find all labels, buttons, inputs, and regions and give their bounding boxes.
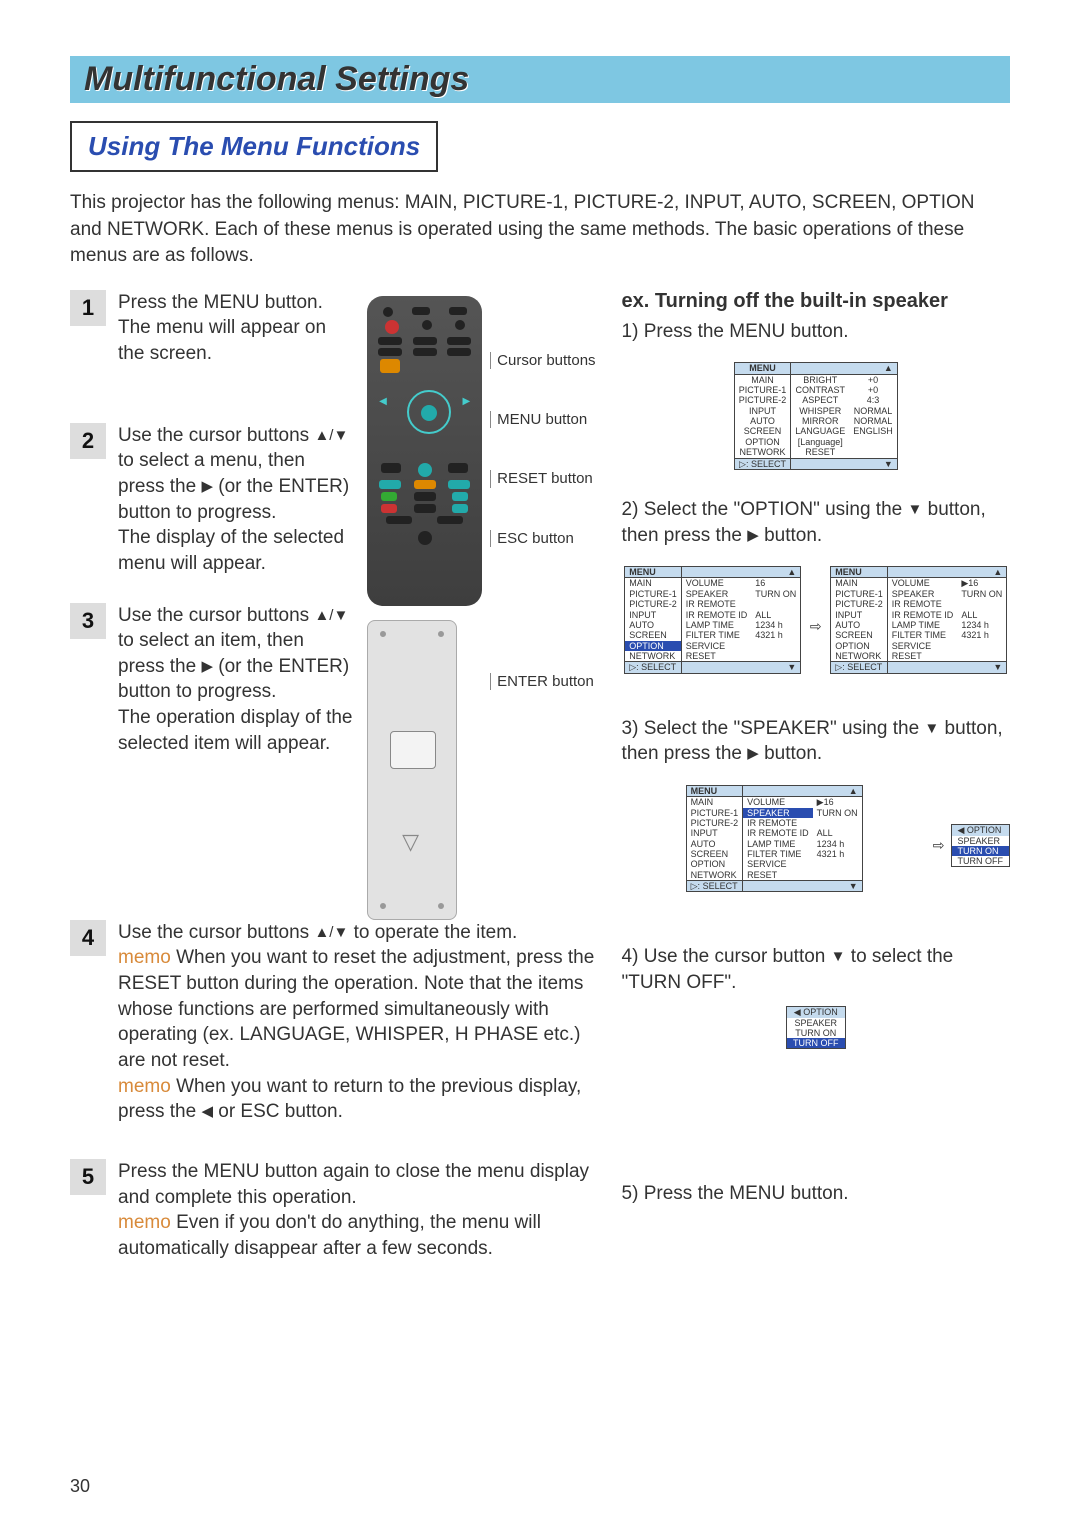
step-num-3: 3	[70, 603, 106, 639]
right-icon: ▶	[201, 478, 213, 495]
intro-text: This projector has the following menus: …	[70, 190, 1010, 270]
up-down-icon: ▲/▼	[314, 606, 348, 623]
remote-diagram: ◀ ▶	[367, 296, 595, 920]
osd-turnoff-popup: ◀ OPTIONSPEAKERTURN ONTURN OFF	[786, 1006, 846, 1049]
osd-speaker: MENU▲MAINVOLUME▶16PICTURE-1SPEAKERTURN O…	[686, 785, 863, 892]
step-num-4: 4	[70, 920, 106, 956]
step-5: 5 Press the MENU button again to close t…	[70, 1159, 596, 1262]
step-3: 3 Use the cursor buttons ▲/▼ to select a…	[70, 603, 353, 757]
remote-control-2-illustration: ▽	[367, 620, 457, 920]
remote-control-illustration: ◀ ▶	[367, 296, 482, 606]
step-4-body: Use the cursor buttons ▲/▼ to operate th…	[118, 920, 596, 1125]
up-down-icon: ▲/▼	[314, 924, 348, 941]
step-4: 4 Use the cursor buttons ▲/▼ to operate …	[70, 920, 596, 1125]
memo-label: memo	[118, 1212, 171, 1233]
title-bar: Multifunctional Settings	[70, 56, 1010, 103]
arrow-right-icon: ⇨	[933, 837, 945, 854]
step-num-5: 5	[70, 1159, 106, 1195]
osd-option-a: MENU▲MAINVOLUME16PICTURE-1SPEAKERTURN ON…	[624, 566, 801, 673]
step-num-1: 1	[70, 290, 106, 326]
step-1: 1 Press the MENU button. The menu will a…	[70, 290, 353, 367]
step-5-body: Press the MENU button again to close the…	[118, 1159, 596, 1262]
example-title: ex. Turning off the built-in speaker	[622, 290, 1010, 313]
arrow-right-icon: ⇨	[810, 618, 822, 635]
page-number: 30	[70, 1476, 90, 1497]
example-step-3: 3) Select the "SPEAKER" using the ▼ butt…	[622, 716, 1010, 767]
step-3-body: Use the cursor buttons ▲/▼ to select an …	[118, 603, 353, 757]
label-esc: ESC button	[490, 530, 595, 547]
label-menu: MENU button	[490, 411, 595, 428]
osd-main-menu: MENU▲MAINBRIGHT+0PICTURE-1CONTRAST+0PICT…	[734, 362, 898, 469]
down-icon: ▼	[831, 948, 846, 965]
example-step-5: 5) Press the MENU button.	[622, 1181, 1010, 1207]
right-icon: ▶	[201, 658, 213, 675]
memo-label: memo	[118, 1076, 171, 1097]
memo-label: memo	[118, 947, 171, 968]
step-2-body: Use the cursor buttons ▲/▼ to select a m…	[118, 423, 353, 577]
subtitle-box: Using The Menu Functions	[70, 121, 438, 172]
example-step-2: 2) Select the "OPTION" using the ▼ butto…	[622, 497, 1010, 548]
left-icon: ◀	[201, 1103, 213, 1120]
step-num-2: 2	[70, 423, 106, 459]
label-cursor: Cursor buttons	[490, 352, 595, 369]
remote-labels: Cursor buttons MENU button RESET button …	[490, 296, 595, 690]
page-subtitle: Using The Menu Functions	[88, 131, 420, 162]
osd-speaker-popup: ◀ OPTIONSPEAKERTURN ONTURN OFF	[951, 824, 1011, 867]
example-step-4: 4) Use the cursor button ▼ to select the…	[622, 944, 1010, 995]
up-down-icon: ▲/▼	[314, 427, 348, 444]
label-enter: ENTER button	[490, 673, 595, 690]
down-icon: ▼	[908, 501, 923, 518]
page-title: Multifunctional Settings	[84, 60, 996, 99]
example-step-1: 1) Press the MENU button.	[622, 319, 1010, 345]
right-icon: ▶	[747, 526, 759, 543]
step-2: 2 Use the cursor buttons ▲/▼ to select a…	[70, 423, 353, 577]
down-icon: ▼	[924, 719, 939, 736]
label-reset: RESET button	[490, 470, 595, 487]
step-1-body: Press the MENU button. The menu will app…	[118, 290, 353, 367]
right-icon: ▶	[747, 745, 759, 762]
osd-option-b: MENU▲MAINVOLUME▶16PICTURE-1SPEAKERTURN O…	[830, 566, 1007, 673]
